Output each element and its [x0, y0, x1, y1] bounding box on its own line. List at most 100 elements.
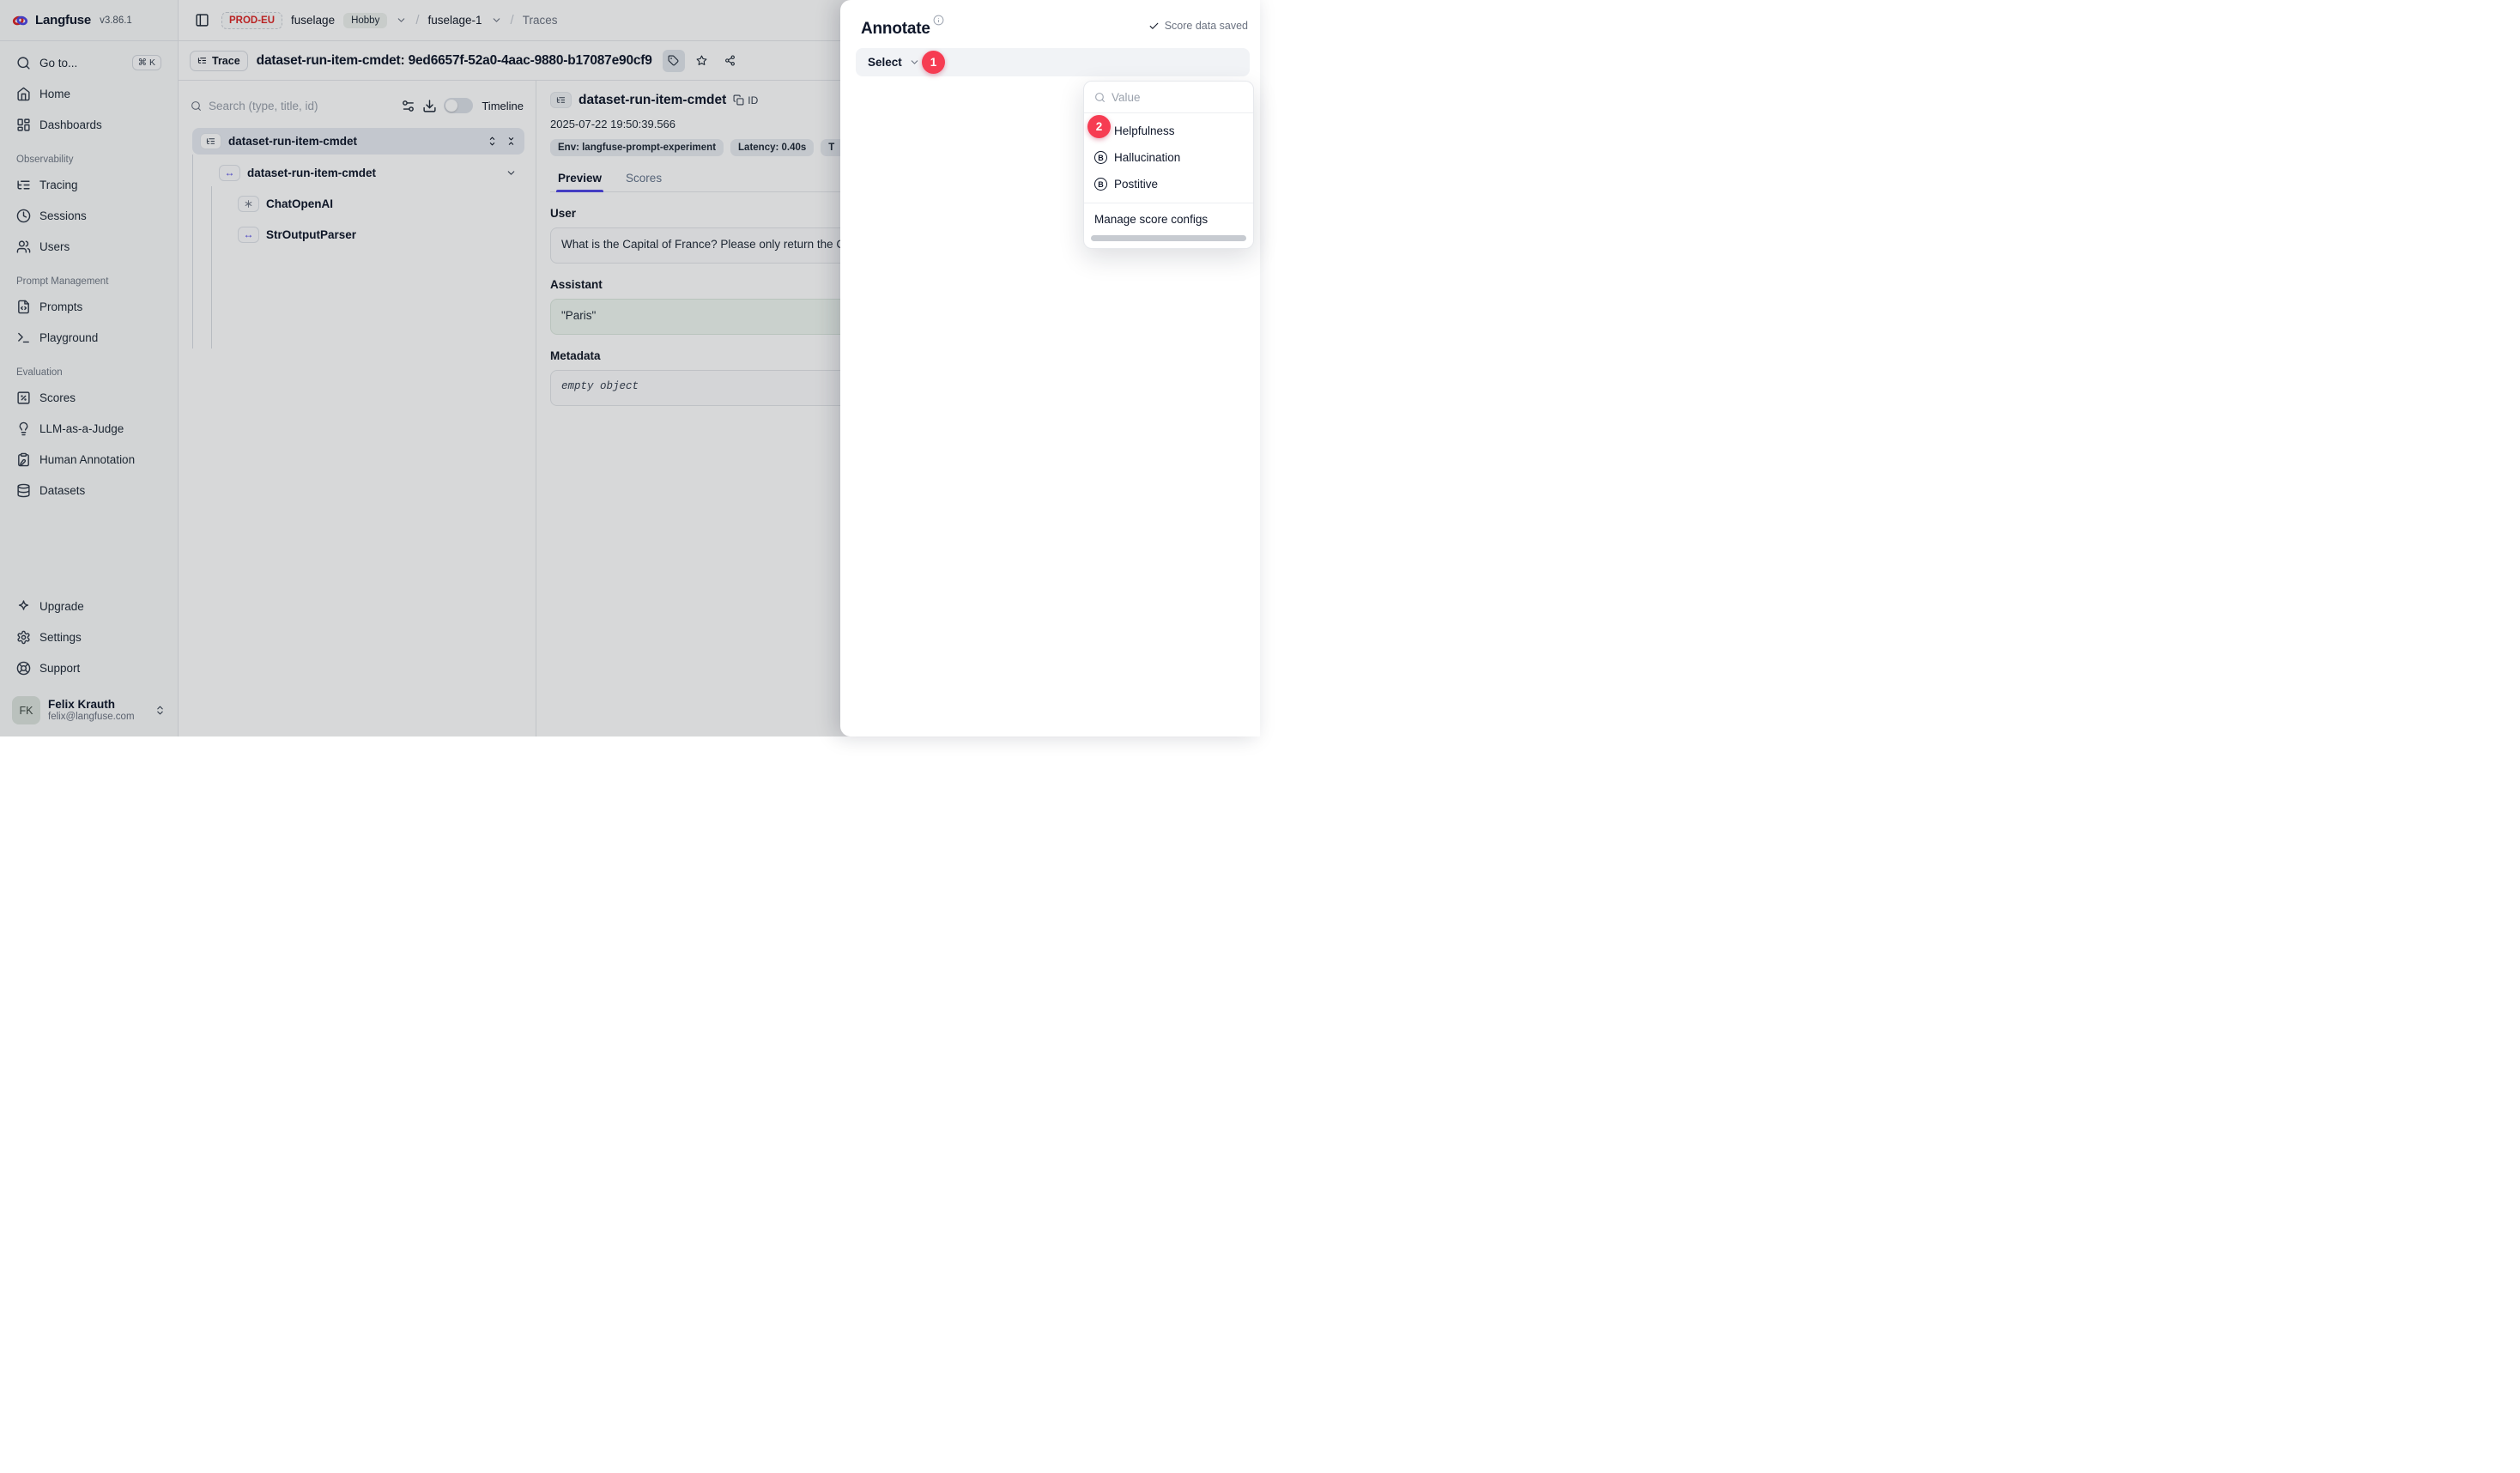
tree-search-row: Timeline — [191, 92, 524, 119]
tracing-label: Tracing — [39, 179, 78, 191]
annotate-drawer: Annotate Score data saved Select 1 # Hel… — [840, 0, 1260, 736]
star-icon — [696, 55, 707, 66]
sidebar-item-sessions[interactable]: Sessions — [9, 203, 169, 228]
score-option-label: Hallucination — [1114, 151, 1180, 164]
playground-label: Playground — [39, 331, 98, 344]
tree-node-span[interactable]: ↔ StrOutputParser — [179, 221, 536, 247]
section-prompt-management: Prompt Management — [16, 276, 161, 287]
list-tree-icon — [200, 133, 221, 149]
star-button[interactable] — [691, 50, 713, 72]
sidebar-item-dashboards[interactable]: Dashboards — [9, 112, 169, 137]
sidebar-item-home[interactable]: Home — [9, 81, 169, 106]
goto-shortcut: ⌘ K — [132, 55, 161, 70]
tag-button[interactable] — [663, 50, 685, 72]
share-button[interactable] — [719, 50, 742, 72]
tree-node-label: dataset-run-item-cmdet — [228, 135, 357, 148]
sidebar-item-goto[interactable]: Go to... ⌘ K — [9, 50, 169, 76]
chevron-down-icon[interactable] — [506, 167, 517, 179]
download-icon[interactable] — [422, 99, 437, 113]
unfold-vertical-icon[interactable] — [487, 136, 498, 147]
section-observability: Observability — [16, 155, 161, 165]
score-option-postitive[interactable]: B Postitive — [1084, 171, 1253, 197]
boolean-type-icon: B — [1094, 178, 1107, 191]
dashboards-label: Dashboards — [39, 118, 102, 131]
filter-sliders-icon[interactable] — [401, 99, 415, 113]
sidebar-item-playground[interactable]: Playground — [9, 324, 169, 350]
tree-node-root[interactable]: dataset-run-item-cmdet — [192, 128, 524, 155]
info-icon[interactable] — [933, 15, 944, 26]
sidebar-item-human-annotation[interactable]: Human Annotation — [9, 446, 169, 472]
tree-node-child[interactable]: ↔ dataset-run-item-cmdet — [179, 160, 536, 185]
list-tree-icon — [16, 178, 31, 192]
openai-icon — [238, 196, 259, 212]
breadcrumb-separator-2: / — [511, 13, 514, 27]
dropdown-search-input[interactable] — [1112, 91, 1243, 104]
user-menu[interactable]: FK Felix Krauth felix@langfuse.com — [9, 693, 169, 728]
sidebar-item-upgrade[interactable]: Upgrade — [9, 593, 169, 619]
sidebar-nav: Go to... ⌘ K Home Dashboards Observabili… — [0, 41, 178, 503]
env-badge: Env: langfuse-prompt-experiment — [550, 139, 724, 156]
prompts-label: Prompts — [39, 300, 82, 313]
boolean-type-icon: B — [1094, 151, 1107, 164]
annotate-header: Annotate Score data saved — [840, 0, 1260, 39]
chevrons-up-down-icon — [154, 705, 166, 716]
sidebar-footer: Upgrade Settings Support FK Felix Krauth… — [0, 593, 178, 736]
sidebar-item-scores[interactable]: Scores — [9, 385, 169, 410]
copy-id-button[interactable]: ID — [733, 94, 758, 106]
org-chevron-down-icon[interactable] — [396, 15, 407, 26]
sidebar-item-prompts[interactable]: Prompts — [9, 294, 169, 319]
langfuse-app: Langfuse v3.86.1 Go to... ⌘ K Home Dashb… — [0, 0, 1260, 736]
sidebar: Langfuse v3.86.1 Go to... ⌘ K Home Dashb… — [0, 0, 179, 736]
sidebar-toggle-button[interactable] — [191, 9, 213, 32]
project-chevron-down-icon[interactable] — [491, 15, 502, 26]
sidebar-item-settings[interactable]: Settings — [9, 624, 169, 650]
tree-node-label: StrOutputParser — [266, 228, 356, 241]
manage-score-configs[interactable]: Manage score configs — [1084, 203, 1253, 234]
chevron-down-icon — [909, 57, 920, 68]
score-option-hallucination[interactable]: B Hallucination — [1084, 144, 1253, 171]
tag-icon — [668, 55, 679, 66]
users-label: Users — [39, 240, 70, 253]
clock-icon — [16, 209, 31, 223]
logo-row: Langfuse v3.86.1 — [0, 0, 178, 41]
tab-preview[interactable]: Preview — [556, 167, 603, 191]
dropdown-scrollbar[interactable] — [1091, 235, 1246, 241]
dashboards-icon — [16, 118, 31, 132]
search-icon — [16, 56, 31, 70]
list-tree-icon — [550, 92, 572, 108]
search-icon — [191, 100, 202, 112]
score-select-trigger[interactable]: Select — [856, 48, 1250, 76]
breadcrumb-org[interactable]: fuselage — [291, 14, 335, 27]
user-email: felix@langfuse.com — [48, 712, 135, 723]
tree-node-generation[interactable]: ChatOpenAI — [179, 191, 536, 216]
home-icon — [16, 87, 31, 101]
users-icon — [16, 239, 31, 254]
copy-icon — [733, 94, 744, 106]
sidebar-item-tracing[interactable]: Tracing — [9, 172, 169, 197]
tree-node-label: dataset-run-item-cmdet — [247, 167, 376, 179]
sidebar-item-support[interactable]: Support — [9, 655, 169, 681]
environment-badge: PROD-EU — [221, 12, 282, 29]
timeline-toggle[interactable] — [444, 98, 473, 113]
sidebar-item-users[interactable]: Users — [9, 233, 169, 259]
langfuse-logo-icon — [12, 14, 28, 27]
breadcrumb-project[interactable]: fuselage-1 — [428, 14, 482, 27]
terminal-icon — [16, 330, 31, 345]
select-label: Select — [868, 56, 902, 69]
tab-scores[interactable]: Scores — [624, 167, 663, 191]
section-evaluation: Evaluation — [16, 367, 161, 378]
tree-search-input[interactable] — [209, 100, 394, 112]
walkthrough-step-2-badge: 2 — [1087, 115, 1111, 138]
home-label: Home — [39, 88, 70, 100]
goto-label: Go to... — [39, 57, 77, 70]
latency-badge: Latency: 0.40s — [730, 139, 814, 156]
avatar: FK — [12, 696, 40, 724]
save-status: Score data saved — [1148, 20, 1248, 32]
support-label: Support — [39, 662, 80, 675]
trace-title: dataset-run-item-cmdet: 9ed6657f-52a0-4a… — [257, 53, 652, 69]
life-buoy-icon — [16, 661, 31, 676]
sidebar-item-llm-judge[interactable]: LLM-as-a-Judge — [9, 415, 169, 441]
sidebar-item-datasets[interactable]: Datasets — [9, 477, 169, 503]
settings-label: Settings — [39, 631, 82, 644]
fold-vertical-icon[interactable] — [506, 136, 517, 147]
